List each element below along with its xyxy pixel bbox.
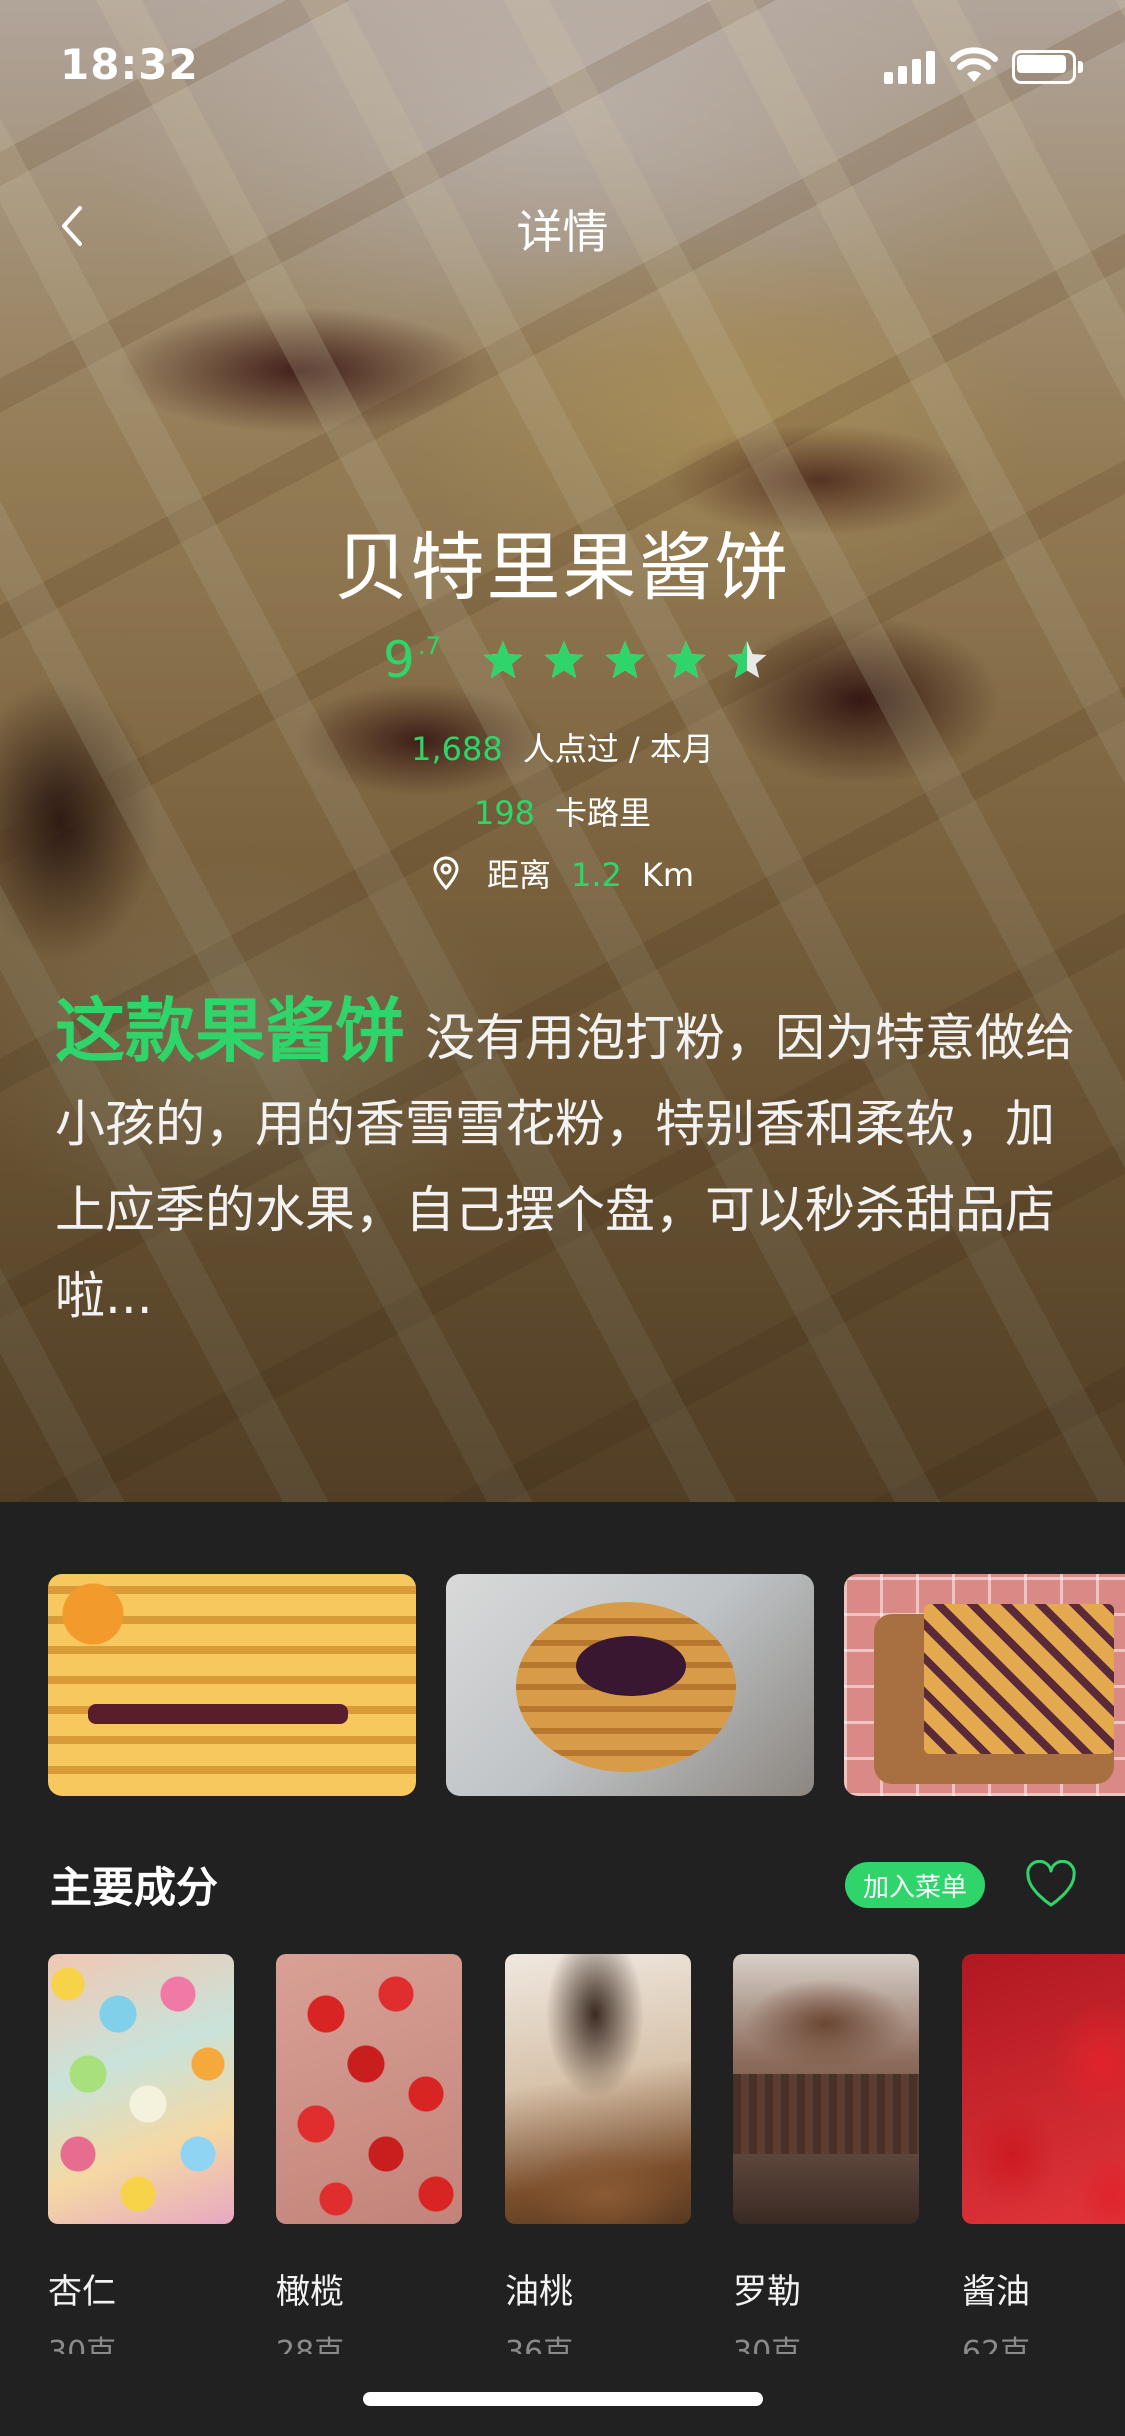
distance-unit: Km <box>641 856 695 894</box>
ingredients-list[interactable]: 杏仁 30克 橄榄 28克 油桃 36克 罗勒 30克 酱油 62克 <box>48 1954 1125 2354</box>
ingredient-item[interactable]: 酱油 62克 <box>962 1954 1125 2354</box>
ingredient-image <box>48 1954 234 2224</box>
ingredient-image <box>733 1954 919 2224</box>
star-full-icon <box>483 641 523 678</box>
distance-label: 距离 <box>486 856 551 894</box>
ingredient-name: 杏仁 <box>48 2272 116 2312</box>
rating-score: 9 <box>383 631 415 689</box>
rating-decimal: .7 <box>417 632 441 660</box>
ingredient-amount: 28克 <box>276 2335 345 2354</box>
ingredient-amount: 36克 <box>505 2335 574 2354</box>
ingredient-name: 橄榄 <box>276 2272 344 2312</box>
gallery-photo[interactable] <box>48 1574 416 1796</box>
add-to-menu-button[interactable]: 加入菜单 <box>845 1862 985 1908</box>
visits-line: 1,688 人点过 / 本月 <box>0 724 1125 770</box>
calories-label: 卡路里 <box>555 794 652 832</box>
ingredient-image <box>276 1954 462 2224</box>
visits-label: 人点过 / 本月 <box>522 730 714 768</box>
calories-line: 198 卡路里 <box>0 788 1125 834</box>
distance-value: 1.2 <box>570 856 622 894</box>
ingredient-amount: 30克 <box>48 2335 117 2354</box>
ingredient-name: 酱油 <box>962 2272 1030 2312</box>
ingredients-title: 主要成分 <box>50 1863 219 1912</box>
star-full-icon <box>544 641 584 678</box>
distance-line: 距离 1.2 Km <box>0 850 1125 896</box>
status-bar: 18:32 <box>0 0 1125 132</box>
ingredient-item[interactable]: 油桃 36克 <box>505 1954 691 2354</box>
visits-count: 1,688 <box>411 730 503 768</box>
home-indicator[interactable] <box>363 2392 763 2406</box>
ingredient-name: 罗勒 <box>733 2272 801 2312</box>
ingredient-amount: 62克 <box>962 2335 1031 2354</box>
gallery-photo[interactable] <box>446 1574 814 1796</box>
dish-description: 这款果酱饼 没有用泡打粉，因为特意做给小孩的，用的香雪雪花粉，特别香和柔软，加上应… <box>55 988 1085 1339</box>
signal-icon <box>884 50 936 84</box>
star-rating <box>481 638 786 682</box>
status-time: 18:32 <box>60 40 199 89</box>
star-full-icon <box>666 641 706 678</box>
description-lead: 这款果酱饼 <box>55 990 405 1072</box>
location-pin-icon <box>433 856 459 890</box>
calories-value: 198 <box>473 794 536 832</box>
battery-level <box>1017 55 1066 73</box>
photo-gallery[interactable] <box>48 1574 1125 1796</box>
ingredient-name: 油桃 <box>505 2272 573 2312</box>
dish-title: 贝特里果酱饼 <box>334 525 791 611</box>
ingredient-item[interactable]: 杏仁 30克 <box>48 1954 234 2354</box>
star-half-icon <box>727 641 767 678</box>
ingredient-amount: 30克 <box>733 2335 802 2354</box>
ingredient-item[interactable]: 橄榄 28克 <box>276 1954 462 2354</box>
heart-icon[interactable] <box>1024 1860 1078 1910</box>
nav-title: 详情 <box>516 205 609 259</box>
wifi-icon <box>950 47 998 82</box>
star-full-icon <box>605 641 645 678</box>
battery-icon <box>1012 50 1084 84</box>
rating-row: 9 .7 <box>383 630 786 690</box>
ingredient-image <box>505 1954 691 2224</box>
gallery-photo[interactable] <box>844 1574 1125 1796</box>
ingredient-item[interactable]: 罗勒 30克 <box>733 1954 919 2354</box>
ingredient-image <box>962 1954 1125 2224</box>
